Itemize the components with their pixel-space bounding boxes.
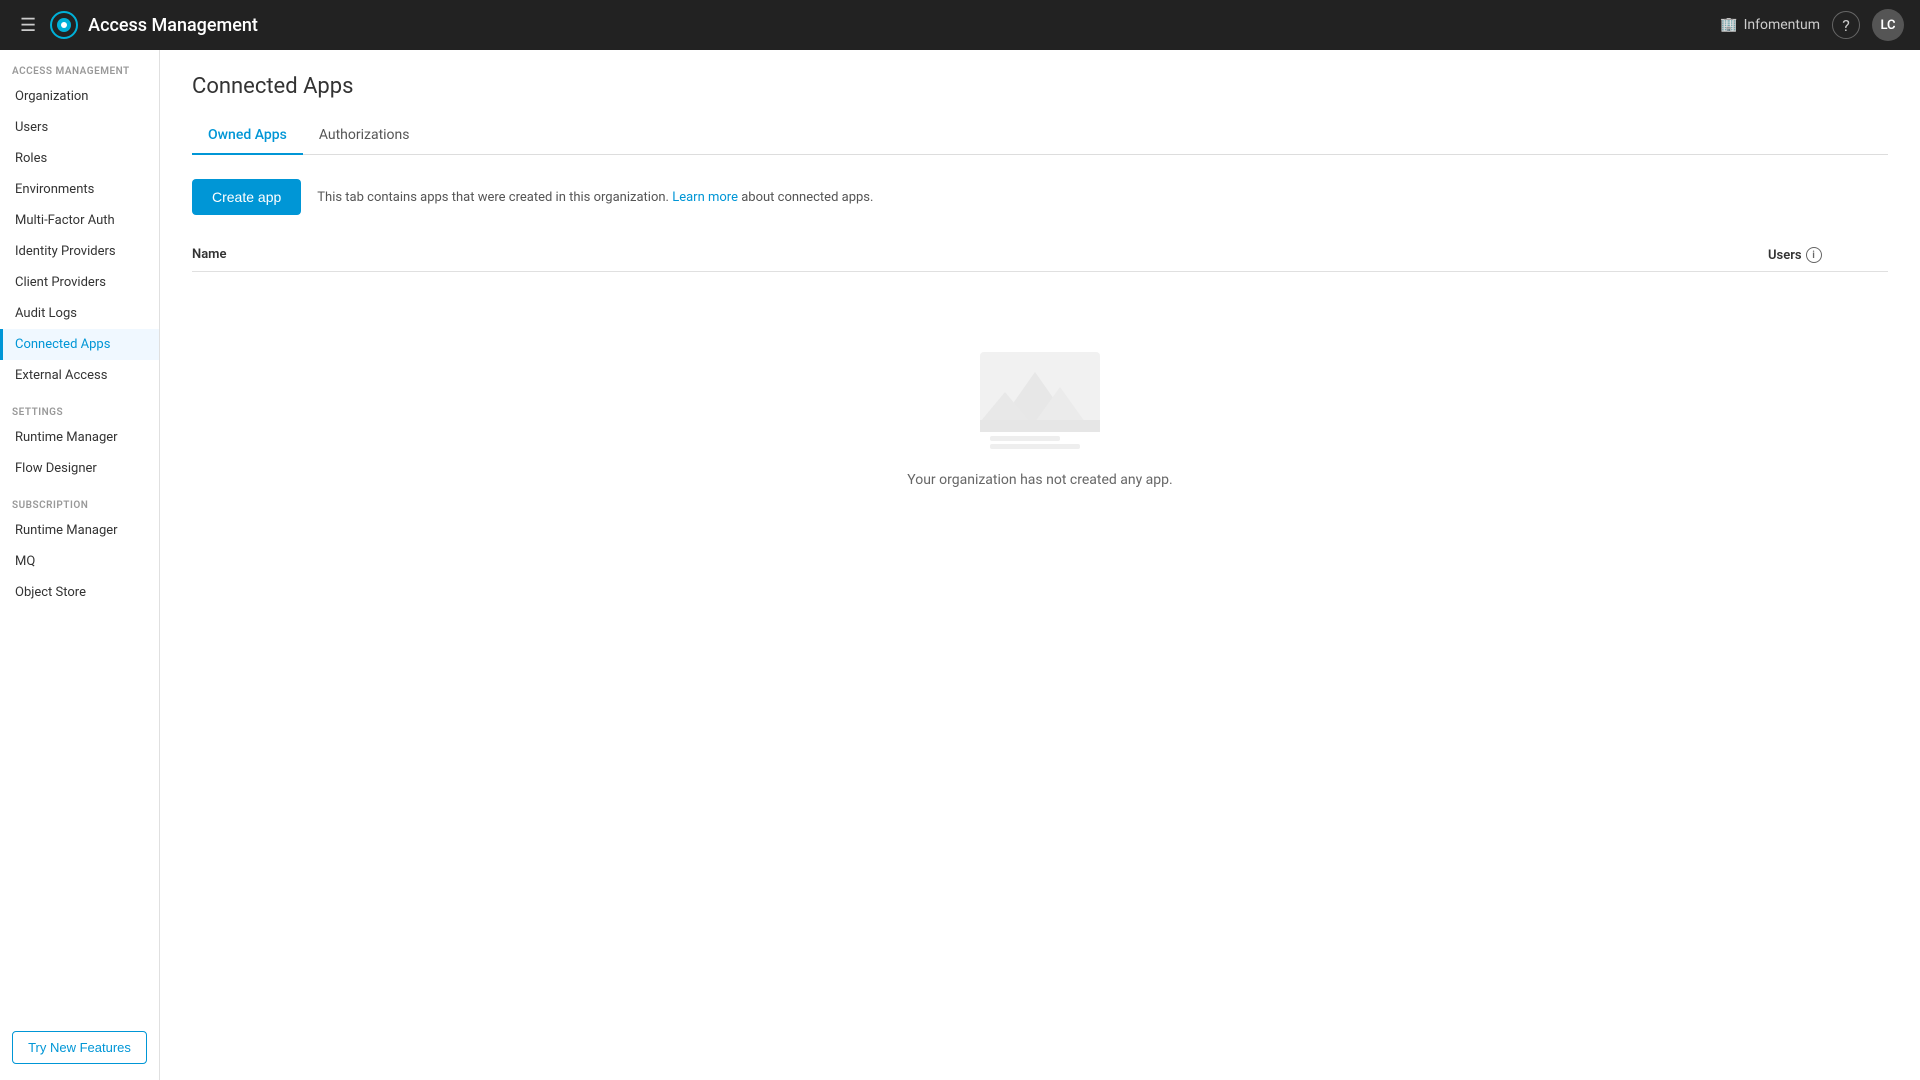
sidebar-item-roles[interactable]: Roles	[0, 143, 159, 174]
tabs: Owned Apps Authorizations	[192, 119, 1888, 155]
sidebar-item-flow-designer[interactable]: Flow Designer	[0, 453, 159, 484]
tab-owned-apps[interactable]: Owned Apps	[192, 119, 303, 155]
hamburger-icon[interactable]: ☰	[16, 11, 40, 40]
help-button[interactable]: ?	[1832, 11, 1860, 39]
description-text: This tab contains apps that were created…	[317, 190, 669, 205]
sidebar-item-runtime-manager-settings[interactable]: Runtime Manager	[0, 422, 159, 453]
sidebar-item-mfa[interactable]: Multi-Factor Auth	[0, 205, 159, 236]
description-suffix: about connected apps.	[741, 190, 873, 205]
body-layout: ACCESS MANAGEMENT Organization Users Rol…	[0, 50, 1920, 1080]
sidebar-item-client-providers[interactable]: Client Providers	[0, 267, 159, 298]
content-header: Create app This tab contains apps that w…	[192, 179, 1888, 215]
try-new-features-button[interactable]: Try New Features	[12, 1031, 147, 1064]
column-users: Users i	[1768, 247, 1888, 263]
empty-state: Your organization has not created any ap…	[192, 272, 1888, 568]
app-logo	[50, 11, 78, 39]
sidebar-item-identity-providers[interactable]: Identity Providers	[0, 236, 159, 267]
sidebar: ACCESS MANAGEMENT Organization Users Rol…	[0, 50, 160, 1080]
sidebar-item-organization[interactable]: Organization	[0, 81, 159, 112]
sidebar-item-runtime-manager-sub[interactable]: Runtime Manager	[0, 515, 159, 546]
column-name: Name	[192, 247, 1768, 263]
app-title: Access Management	[88, 15, 1710, 36]
topbar-right: 🏢 Infomentum ? LC	[1720, 9, 1904, 41]
table-header: Name Users i	[192, 239, 1888, 272]
sidebar-item-external-access[interactable]: External Access	[0, 360, 159, 391]
empty-state-illustration	[980, 352, 1100, 452]
create-app-button[interactable]: Create app	[192, 179, 301, 215]
content-description: This tab contains apps that were created…	[317, 190, 873, 205]
sidebar-item-environments[interactable]: Environments	[0, 174, 159, 205]
org-name: Infomentum	[1744, 17, 1820, 33]
sidebar-item-users[interactable]: Users	[0, 112, 159, 143]
column-users-label: Users	[1768, 248, 1802, 263]
page-title: Connected Apps	[192, 74, 1888, 99]
sidebar-section-access: ACCESS MANAGEMENT	[0, 50, 159, 81]
sidebar-bottom: Try New Features	[0, 1015, 159, 1080]
topbar: ☰ Access Management 🏢 Infomentum ? LC	[0, 0, 1920, 50]
user-avatar[interactable]: LC	[1872, 9, 1904, 41]
sidebar-item-object-store[interactable]: Object Store	[0, 577, 159, 608]
users-info-icon[interactable]: i	[1806, 247, 1822, 263]
tab-authorizations[interactable]: Authorizations	[303, 119, 426, 155]
learn-more-link[interactable]: Learn more	[672, 190, 738, 205]
main-content: Connected Apps Owned Apps Authorizations…	[160, 50, 1920, 1080]
sidebar-item-mq[interactable]: MQ	[0, 546, 159, 577]
sidebar-section-settings: SETTINGS	[0, 391, 159, 422]
org-selector[interactable]: 🏢 Infomentum	[1720, 17, 1820, 33]
empty-state-message: Your organization has not created any ap…	[907, 472, 1172, 488]
sidebar-item-audit-logs[interactable]: Audit Logs	[0, 298, 159, 329]
sidebar-item-connected-apps[interactable]: Connected Apps	[0, 329, 159, 360]
org-icon: 🏢	[1720, 17, 1737, 33]
sidebar-section-subscription: SUBSCRIPTION	[0, 484, 159, 515]
